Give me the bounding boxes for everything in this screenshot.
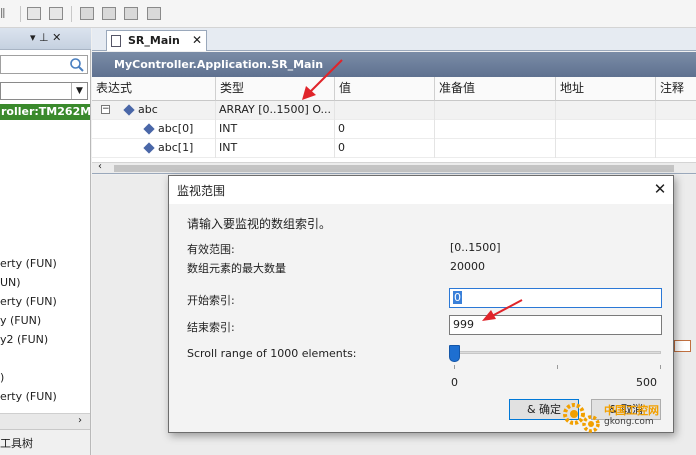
scroll-range-slider-track[interactable] (453, 351, 661, 354)
column-header-comment[interactable]: 注释 (656, 77, 696, 101)
cell-address (556, 101, 656, 120)
toolbar-stack-icon[interactable] (80, 7, 94, 20)
scrollbar-thumb[interactable] (114, 165, 674, 172)
toolbar-separator (71, 6, 72, 22)
tab-sr-main[interactable]: SR_Main ✕ (106, 30, 207, 51)
start-index-value: 0 (453, 291, 462, 304)
tree-item-function[interactable]: erty (FUN) (0, 390, 57, 403)
table-row[interactable]: − abc ARRAY [0..1500] O... (92, 101, 696, 120)
chevron-down-icon[interactable]: ▼ (71, 83, 87, 99)
tree-item-function[interactable]: y (FUN) (0, 314, 41, 327)
variable-icon (143, 123, 155, 135)
cell-prepared-value[interactable] (435, 120, 556, 139)
cell-address (556, 120, 656, 139)
table-row[interactable]: abc[0] INT 0 (92, 120, 696, 139)
toolbar-stack-icon[interactable] (124, 7, 138, 20)
column-header-expression[interactable]: 表达式 (92, 77, 216, 101)
variable-icon (143, 142, 155, 154)
toolbar-grid-icon[interactable] (27, 7, 41, 20)
toolbar-stack-icon[interactable] (102, 7, 116, 20)
cell-type: INT (216, 139, 335, 158)
tree-item-function[interactable]: erty (FUN) (0, 295, 57, 308)
column-header-prepared-value[interactable]: 准备值 (435, 77, 556, 101)
main-toolbar: ǁ (0, 0, 696, 28)
end-index-value: 999 (453, 318, 474, 331)
tool-tree-tab-label: 工具树 (0, 437, 33, 450)
dialog-prompt: 请输入要监视的数组索引。 (187, 217, 332, 231)
cell-value[interactable]: 0 (335, 120, 435, 139)
scroll-range-slider-thumb[interactable] (449, 345, 460, 362)
max-elements-label: 数组元素的最大数量 (187, 262, 286, 275)
device-tree-panel: ▾ ⊥ ✕ ▼ roller:TM262M25 erty (FUN) UN) e… (0, 28, 91, 455)
tree-item-function[interactable]: UN) (0, 276, 21, 289)
tree-item-function[interactable]: ) (0, 371, 4, 384)
slider-min-label: 0 (451, 376, 458, 389)
path-bar: MyController.Application.SR_Main (92, 52, 696, 77)
slider-tick (660, 365, 661, 369)
valid-range-label: 有效范围: (187, 243, 235, 256)
tab-label: SR_Main (128, 34, 180, 47)
panel-footer-tab[interactable]: 工具树 (0, 429, 90, 455)
slider-max-label: 500 (636, 376, 657, 389)
toolbar-grid-icon[interactable] (49, 7, 63, 20)
panel-pin-icon[interactable]: ▾ ⊥ ✕ (30, 31, 61, 44)
cell-value[interactable] (335, 101, 435, 120)
cell-value[interactable]: 0 (335, 139, 435, 158)
close-icon[interactable]: ✕ (192, 33, 202, 47)
search-icon[interactable] (69, 57, 85, 73)
watermark: 中国工控网 gkong.com (560, 400, 696, 436)
cell-address (556, 139, 656, 158)
variable-icon (123, 104, 135, 116)
start-index-label: 开始索引: (187, 294, 235, 307)
close-icon[interactable]: ✕ (650, 179, 670, 199)
end-index-label: 结束索引: (187, 321, 235, 334)
object-path: MyController.Application.SR_Main (114, 58, 324, 71)
tree-item-function[interactable]: erty (FUN) (0, 257, 57, 270)
table-horizontal-scrollbar[interactable]: ‹ (92, 161, 696, 174)
column-header-type[interactable]: 类型 (216, 77, 335, 101)
table-row[interactable]: abc[1] INT 0 (92, 139, 696, 158)
watermark-text: 中国工控网 (604, 404, 659, 417)
chevron-right-icon[interactable]: › (78, 415, 82, 426)
dialog-title-bar: 监视范围 ✕ (169, 176, 673, 204)
cell-expression: abc[1] (158, 139, 216, 158)
tree-item-controller[interactable]: roller:TM262M25 (0, 104, 90, 120)
max-elements-value: 20000 (450, 260, 485, 273)
chevron-left-icon[interactable]: ‹ (98, 161, 102, 172)
cell-expression: abc[0] (158, 120, 216, 139)
end-index-input[interactable]: 999 (449, 315, 662, 335)
watermark-url: gkong.com (604, 417, 654, 427)
gear-logo-icon (563, 403, 600, 433)
document-icon (111, 35, 121, 47)
cell-expression: abc (138, 101, 216, 120)
slider-tick (454, 365, 455, 369)
watch-table: 表达式 类型 值 准备值 地址 注释 − abc ARRAY [0..1500]… (92, 77, 696, 162)
column-header-value[interactable]: 值 (335, 77, 435, 101)
cell-type: INT (216, 120, 335, 139)
scroll-range-label: Scroll range of 1000 elements: (187, 347, 357, 360)
column-header-address[interactable]: 地址 (556, 77, 656, 101)
start-index-input[interactable]: 0 (449, 288, 662, 308)
tree-horizontal-scrollbar[interactable]: › (0, 413, 90, 429)
slider-tick (557, 365, 558, 369)
tree-search-input[interactable] (0, 55, 88, 74)
monitoring-range-dialog: 监视范围 ✕ 请输入要监视的数组索引。 有效范围: [0..1500] 数组元素… (168, 175, 674, 433)
valid-range-value: [0..1500] (450, 241, 501, 254)
tree-filter-dropdown[interactable]: ▼ (0, 82, 88, 100)
cell-type: ARRAY [0..1500] O... (216, 101, 335, 120)
background-field (674, 340, 691, 352)
cell-prepared-value[interactable] (435, 101, 556, 120)
dialog-title: 监视范围 (177, 184, 226, 198)
editor-tab-strip: SR_Main ✕ (92, 28, 696, 51)
dialog-body: 请输入要监视的数组索引。 有效范围: [0..1500] 数组元素的最大数量 2… (169, 204, 673, 432)
cell-prepared-value[interactable] (435, 139, 556, 158)
toolbar-separator (20, 6, 21, 22)
tree-item-function[interactable]: y2 (FUN) (0, 333, 48, 346)
toolbar-fragment: ǁ (0, 6, 6, 19)
panel-header: ▾ ⊥ ✕ (0, 28, 91, 50)
collapse-icon[interactable]: − (101, 105, 110, 114)
toolbar-stack-icon[interactable] (147, 7, 161, 20)
